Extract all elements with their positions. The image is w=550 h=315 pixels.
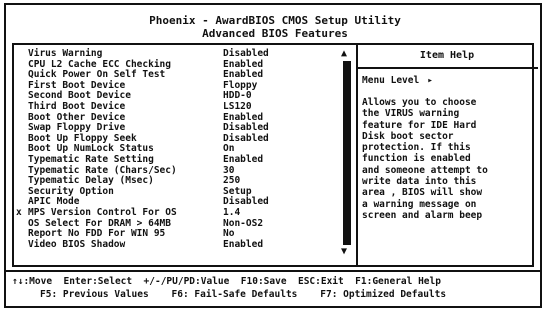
footer-divider bbox=[4, 270, 542, 272]
setting-value[interactable]: LS120 bbox=[223, 101, 252, 113]
help-text-line: feature for IDE Hard bbox=[362, 119, 477, 131]
help-text-line: Allows you to choose bbox=[362, 97, 477, 108]
scroll-down-arrow-icon[interactable]: ▼ bbox=[341, 247, 347, 257]
settings-list: Virus Warning Disabled CPU L2 Cache ECC Ch… bbox=[16, 48, 338, 251]
setting-row[interactable]: Typematic Rate Setting Enabled bbox=[28, 153, 338, 166]
setting-label: MPS Version Control For OS bbox=[28, 206, 177, 218]
setting-row[interactable]: Virus Warning Disabled bbox=[28, 48, 338, 60]
help-text-line: the VIRUS warning bbox=[362, 108, 460, 120]
setting-value[interactable]: Enabled bbox=[223, 239, 263, 251]
setting-marker: x bbox=[16, 206, 22, 218]
menu-level-arrow-icon: ▸ bbox=[427, 75, 433, 86]
help-text-line: and someone attempt to bbox=[362, 164, 488, 176]
setting-row[interactable]: x MPS Version Control For OS 1.4 bbox=[16, 206, 338, 219]
setting-label: Typematic Rate Setting bbox=[28, 153, 154, 165]
help-divider bbox=[356, 67, 538, 69]
item-help-panel: Item Help Menu Level ▸ Allows you to choo… bbox=[356, 45, 538, 221]
help-text-line: protection. If this bbox=[362, 142, 471, 154]
scrollbar-thumb[interactable] bbox=[343, 61, 351, 245]
help-text-line: screen and alarm beep bbox=[362, 209, 483, 221]
setting-label: Video BIOS Shadow bbox=[28, 238, 126, 250]
scroll-up-arrow-icon[interactable]: ▲ bbox=[341, 49, 347, 59]
setting-row[interactable]: Video BIOS Shadow Enabled bbox=[28, 238, 338, 251]
page-title: Phoenix - AwardBIOS CMOS Setup Utility bbox=[149, 14, 401, 27]
help-text: Allows you to choose the VIRUS warning fea… bbox=[362, 97, 532, 221]
footer-keys-line2: F5: Previous Values F6: Fail-Safe Defaul… bbox=[40, 289, 447, 300]
setting-value[interactable]: Disabled bbox=[223, 48, 269, 60]
help-text-line: area , BIOS will show bbox=[362, 187, 483, 199]
page-subtitle: Advanced BIOS Features bbox=[202, 27, 348, 40]
scrollbar[interactable]: ▲ ▼ bbox=[341, 49, 353, 261]
menu-level: Menu Level ▸ bbox=[362, 75, 532, 87]
help-text-line: Disk boot sector bbox=[362, 130, 454, 142]
help-text-line: write data into this bbox=[362, 176, 477, 188]
setting-label: Third Boot Device bbox=[28, 100, 126, 112]
setting-value[interactable]: Enabled bbox=[223, 154, 263, 166]
footer-keys-line1: ↑↓:Move Enter:Select +/-/PU/PD:Value F10… bbox=[12, 276, 441, 287]
help-text-line: function is enabled bbox=[362, 153, 471, 165]
help-text-line: a warning message on bbox=[362, 198, 477, 210]
menu-level-label: Menu Level bbox=[362, 75, 420, 86]
panel-divider bbox=[356, 43, 358, 267]
bios-screen: Phoenix - AwardBIOS CMOS Setup Utility A… bbox=[0, 0, 550, 315]
setting-row[interactable]: Third Boot Device LS120 bbox=[28, 100, 338, 113]
setting-label: Virus Warning bbox=[28, 48, 103, 59]
item-help-title: Item Help bbox=[419, 50, 475, 61]
setting-value[interactable]: 1.4 bbox=[223, 207, 240, 219]
